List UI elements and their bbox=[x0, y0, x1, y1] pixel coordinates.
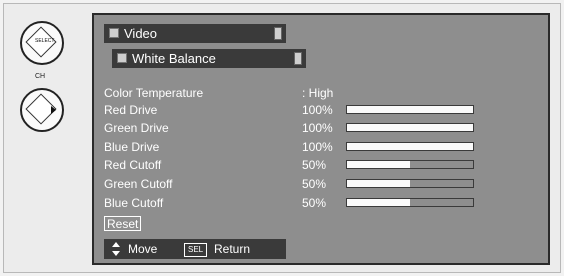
row-value: 50% bbox=[302, 158, 327, 172]
video-icon bbox=[109, 28, 119, 38]
row-label: Blue Drive bbox=[104, 140, 160, 154]
level-bar[interactable] bbox=[346, 123, 474, 132]
channel-dpad-icon bbox=[20, 88, 64, 132]
row-label: Color Temperature bbox=[104, 86, 204, 100]
row-label: Blue Cutoff bbox=[104, 196, 164, 210]
white-balance-icon bbox=[117, 53, 127, 63]
select-dpad-icon: SELECT bbox=[20, 21, 64, 65]
level-bar[interactable] bbox=[346, 179, 474, 188]
row-label: Red Cutoff bbox=[104, 158, 162, 172]
remote-guide: SELECT CH bbox=[0, 0, 80, 276]
channel-label: CH bbox=[35, 73, 46, 80]
return-label: Return bbox=[214, 242, 251, 256]
up-down-arrow-icon bbox=[112, 242, 120, 256]
menu-edge-icon bbox=[274, 27, 282, 40]
sel-key-icon: SEL bbox=[184, 243, 208, 257]
move-label: Move bbox=[128, 242, 158, 256]
row-label: Green Cutoff bbox=[104, 177, 173, 191]
level-fill bbox=[347, 161, 410, 168]
row-value: 50% bbox=[302, 177, 327, 191]
row-value: 50% bbox=[302, 196, 327, 210]
reset-button[interactable]: Reset bbox=[104, 216, 142, 231]
right-arrow-icon bbox=[51, 106, 56, 114]
osd-menu: Video White Balance Color Temperature : … bbox=[92, 13, 550, 265]
level-fill bbox=[347, 143, 473, 150]
row-value: 100% bbox=[302, 140, 333, 154]
level-fill bbox=[347, 199, 410, 206]
level-bar[interactable] bbox=[346, 105, 474, 114]
row-label: Green Drive bbox=[104, 121, 169, 135]
page: SELECT CH Video White Balance Color Temp… bbox=[0, 0, 564, 276]
level-bar[interactable] bbox=[346, 198, 474, 207]
select-label: SELECT bbox=[35, 38, 55, 44]
submenu-edge-icon bbox=[294, 52, 302, 65]
submenu-title: White Balance bbox=[132, 51, 216, 66]
row-value: : High bbox=[302, 86, 334, 100]
menu-title: Video bbox=[124, 26, 158, 41]
row-label: Red Drive bbox=[104, 103, 158, 117]
level-fill bbox=[347, 124, 473, 131]
menu-title-bar[interactable]: Video bbox=[104, 24, 286, 43]
level-bar[interactable] bbox=[346, 160, 474, 169]
level-fill bbox=[347, 180, 410, 187]
footer-hint-bar: Move SEL Return bbox=[104, 239, 286, 259]
row-value: 100% bbox=[302, 121, 333, 135]
row-value: 100% bbox=[302, 103, 333, 117]
level-bar[interactable] bbox=[346, 142, 474, 151]
submenu-title-bar[interactable]: White Balance bbox=[112, 49, 306, 68]
level-fill bbox=[347, 106, 473, 113]
